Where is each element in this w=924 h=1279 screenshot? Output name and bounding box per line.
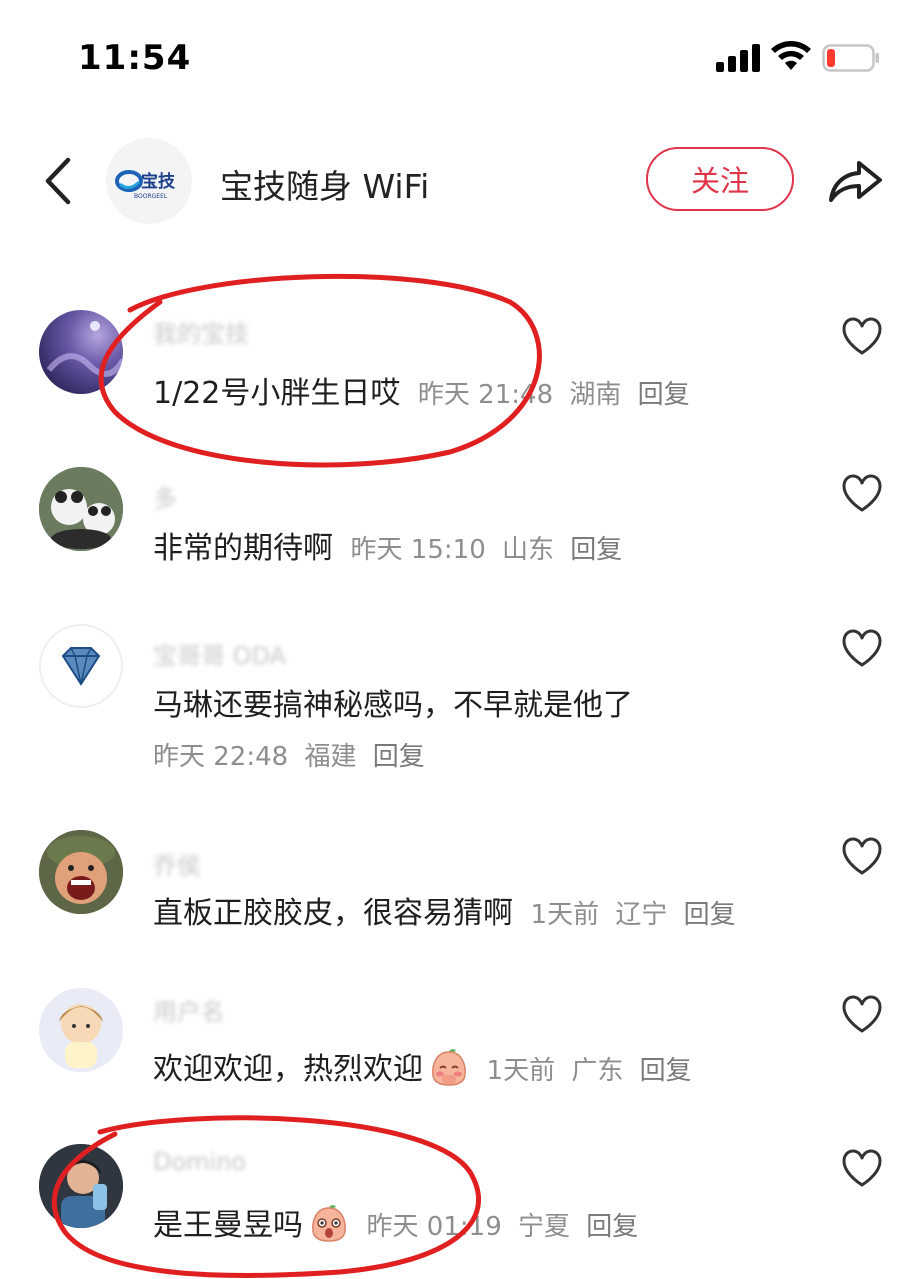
comment-time: 昨天 21:48 — [417, 380, 554, 410]
reply-button[interactable]: 回复 — [640, 1056, 692, 1086]
account-avatar[interactable]: 宝技 BOORGEEL — [106, 138, 192, 224]
comment-username[interactable]: 用户名 — [153, 992, 225, 1027]
heart-icon[interactable] — [840, 994, 884, 1034]
comment-content: 直板正胶胶皮，很容易猜啊 1天前 辽宁 回复 — [153, 888, 736, 932]
heart-icon[interactable] — [840, 473, 884, 513]
back-arrow-icon[interactable] — [42, 154, 76, 208]
comment-item: Domino 是王曼昱吗 昨天 01:19 宁夏 回复 — [0, 1144, 924, 1264]
comment-time: 1天前 — [530, 900, 600, 930]
comment-text: 直板正胶胶皮，很容易猜啊 — [153, 896, 513, 931]
comment-text: 非常的期待啊 — [153, 531, 333, 566]
heart-icon[interactable] — [840, 1148, 884, 1188]
comment-username[interactable]: 多 — [153, 479, 177, 514]
surprised-face-emoji-icon — [312, 1205, 346, 1242]
comment-item: 宝哥哥 ODA 马琳还要搞神秘感吗，不早就是他了 昨天 22:48 福建 回复 — [0, 622, 924, 782]
comment-text: 马琳还要搞神秘感吗，不早就是他了 — [153, 688, 633, 723]
comment-item: 乔侯 直板正胶胶皮，很容易猜啊 1天前 辽宁 回复 — [0, 830, 924, 950]
avatar[interactable] — [39, 1144, 123, 1228]
avatar[interactable] — [39, 830, 123, 914]
reply-button[interactable]: 回复 — [586, 1212, 638, 1242]
comment-location: 湖南 — [569, 380, 622, 410]
reply-button[interactable]: 回复 — [373, 742, 425, 772]
comment-username[interactable]: Domino — [153, 1148, 246, 1176]
baoji-logo-icon: 宝技 BOORGEEL — [115, 170, 176, 200]
comment-item: 我的宝技 1/22号小胖生日哎 昨天 21:48 湖南 回复 — [0, 308, 924, 428]
comment-location: 山东 — [502, 535, 555, 565]
reply-button[interactable]: 回复 — [638, 380, 690, 410]
logo-text: 宝技 — [141, 171, 176, 192]
comment-content: 非常的期待啊 昨天 15:10 山东 回复 — [153, 523, 622, 567]
battery-icon — [822, 44, 879, 72]
comment-content: 1/22号小胖生日哎 昨天 21:48 湖南 回复 — [153, 368, 690, 412]
comment-item: 用户名 欢迎欢迎，热烈欢迎 1天前 广东 回复 — [0, 988, 924, 1108]
avatar[interactable] — [39, 467, 123, 551]
comment-meta: 昨天 01:19 宁夏 回复 — [359, 1212, 639, 1242]
comment-meta: 1天前 辽宁 回复 — [523, 900, 736, 930]
comment-time: 1天前 — [486, 1056, 556, 1086]
comment-time: 昨天 22:48 — [153, 742, 289, 772]
comment-content: 欢迎欢迎，热烈欢迎 1天前 广东 回复 — [153, 1044, 692, 1088]
comment-text: 是王曼昱吗 — [153, 1208, 303, 1243]
avatar[interactable] — [39, 988, 123, 1072]
comment-location: 辽宁 — [615, 900, 668, 930]
heart-icon[interactable] — [840, 836, 884, 876]
reply-button[interactable]: 回复 — [570, 535, 622, 565]
comment-username[interactable]: 乔侯 — [153, 846, 201, 881]
share-icon[interactable] — [826, 154, 884, 206]
comment-username[interactable]: 宝哥哥 ODA — [153, 636, 286, 671]
status-time: 11:54 — [78, 38, 192, 78]
nav-header: 宝技 BOORGEEL 宝技随身 WiFi 关注 — [0, 130, 924, 230]
wifi-icon — [771, 41, 811, 70]
avatar[interactable] — [39, 624, 123, 708]
status-bar: 11:54 — [0, 0, 924, 110]
comment-content: 是王曼昱吗 昨天 01:19 宁夏 回复 — [153, 1200, 638, 1244]
comment-text: 欢迎欢迎，热烈欢迎 — [153, 1052, 423, 1087]
heart-icon[interactable] — [840, 316, 884, 356]
comment-meta: 昨天 15:10 山东 回复 — [343, 535, 623, 565]
comment-text: 1/22号小胖生日哎 — [153, 376, 401, 411]
signal-icon — [716, 44, 760, 72]
comment-location: 福建 — [304, 742, 357, 772]
comment-time: 昨天 01:19 — [366, 1212, 502, 1242]
logo-subtext: BOORGEEL — [134, 193, 168, 200]
comment-meta: 昨天 21:48 湖南 回复 — [410, 380, 690, 410]
account-name[interactable]: 宝技随身 WiFi — [220, 160, 429, 208]
comment-username[interactable]: 我的宝技 — [153, 314, 249, 349]
comment-location: 广东 — [571, 1056, 624, 1086]
diamond-icon — [61, 647, 101, 686]
comment-time: 昨天 15:10 — [350, 535, 486, 565]
follow-button[interactable]: 关注 — [646, 147, 794, 211]
heart-icon[interactable] — [840, 628, 884, 668]
avatar[interactable] — [39, 310, 123, 394]
shy-face-emoji-icon — [432, 1049, 466, 1086]
reply-button[interactable]: 回复 — [684, 900, 736, 930]
comment-item: 多 非常的期待啊 昨天 15:10 山东 回复 — [0, 465, 924, 585]
comment-meta: 1天前 广东 回复 — [479, 1056, 692, 1086]
comment-meta: 昨天 22:48 福建 回复 — [153, 736, 425, 773]
comment-location: 宁夏 — [518, 1212, 571, 1242]
